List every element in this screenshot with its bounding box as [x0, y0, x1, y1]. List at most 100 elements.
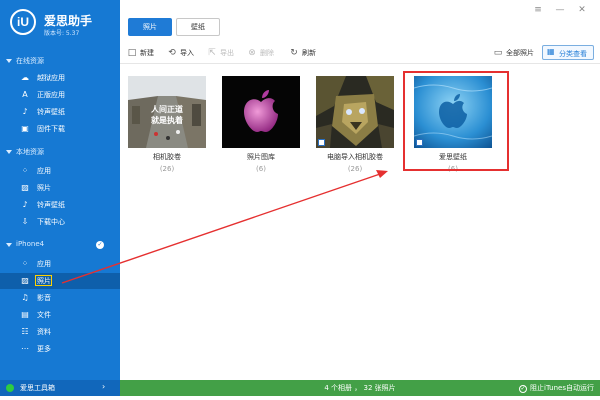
city-street-thumbnail: 人间正道 就是执着 — [128, 76, 206, 148]
brand: iU 爱思助手 版本号: 5.37 — [6, 8, 116, 42]
album-thumbnail: 人间正道 就是执着 — [128, 76, 206, 148]
section-label: 本地资源 — [16, 148, 44, 156]
album-grid: 人间正道 就是执着 相机胶卷 (26) 照片图库 (6) 电脑导入相机胶卷 (2… — [120, 64, 600, 380]
refresh-icon: ↻ — [290, 48, 298, 58]
box-icon: ▣ — [21, 124, 29, 133]
sidebar-item-label: 照片 — [37, 184, 51, 192]
share-badge-icon — [318, 139, 325, 146]
sidebar-item-device-files[interactable]: ▤ 文件 — [0, 307, 120, 323]
connected-check-icon: ✓ — [96, 241, 104, 249]
sidebar-item-genuine-apps[interactable]: A 正版应用 — [0, 87, 120, 103]
apple-logo-thumbnail — [222, 76, 300, 148]
refresh-label: 刷新 — [302, 49, 316, 57]
check-icon: ✓ — [519, 385, 528, 393]
category-icon: ▦ — [547, 47, 555, 56]
app-logo-icon: iU — [10, 9, 36, 35]
close-icon[interactable]: ✕ — [576, 4, 588, 16]
album-camera-roll[interactable]: 人间正道 就是执着 相机胶卷 (26) — [124, 76, 208, 186]
annotation-highlight-box — [403, 71, 509, 171]
block-itunes-label: 阻止iTunes自动运行 — [530, 384, 594, 392]
appstore-icon: A — [22, 90, 28, 99]
delete-label: 删除 — [260, 49, 274, 57]
album-photo-library[interactable]: 照片图库 (6) — [218, 76, 302, 186]
sidebar-item-label: 照片 — [37, 277, 51, 285]
all-photos-icon: ▭ — [493, 48, 503, 58]
toolbox-icon — [6, 384, 14, 392]
sidebar-item-device-more[interactable]: ⋯ 更多 — [0, 341, 120, 357]
app-version: 版本号: 5.37 — [44, 30, 80, 37]
sidebar-item-device-photos[interactable]: ▨ 照片 — [0, 273, 120, 289]
album-name: 照片图库 — [247, 153, 275, 161]
minimize-icon[interactable]: — — [554, 4, 566, 16]
sidebar-item-device-apps[interactable]: ⁘ 应用 — [0, 256, 120, 272]
app-window: iU 爱思助手 版本号: 5.37 在线资源 ☁ 越狱应用 A 正版应用 ♪ 铃… — [0, 0, 600, 400]
section-label: iPhone4 — [16, 240, 45, 248]
top-bar: 照片 壁纸 ≡ — ✕ — [120, 0, 600, 42]
sidebar-item-label: 影音 — [37, 294, 51, 302]
sidebar-item-firmware[interactable]: ▣ 固件下载 — [0, 121, 120, 137]
sidebar-item-jailbreak-apps[interactable]: ☁ 越狱应用 — [0, 70, 120, 86]
tab-wallpapers[interactable]: 壁纸 — [176, 18, 220, 36]
robot-thumbnail — [316, 76, 394, 148]
sidebar-item-label: 应用 — [37, 167, 51, 175]
sidebar-item-device-contacts[interactable]: ☷ 资料 — [0, 324, 120, 340]
section-label: 在线资源 — [16, 57, 44, 65]
export-label: 导出 — [220, 49, 234, 57]
toolbox-button[interactable]: 爱思工具箱 › — [0, 380, 120, 396]
delete-icon: ⊗ — [248, 48, 256, 58]
sidebar-item-device-media[interactable]: ♫ 影音 — [0, 290, 120, 306]
section-local-resources[interactable]: 本地资源 — [0, 146, 120, 160]
svg-text:人间正道: 人间正道 — [151, 104, 183, 114]
sidebar-item-label: 应用 — [37, 260, 51, 268]
sidebar: iU 爱思助手 版本号: 5.37 在线资源 ☁ 越狱应用 A 正版应用 ♪ 铃… — [0, 0, 120, 396]
apps-icon: ⁘ — [21, 166, 29, 175]
block-itunes-toggle[interactable]: ✓ 阻止iTunes自动运行 — [519, 383, 594, 393]
sidebar-item-label: 铃声壁纸 — [37, 201, 65, 209]
album-count: (26) — [159, 165, 175, 173]
section-online-resources[interactable]: 在线资源 — [0, 55, 120, 69]
tab-photos[interactable]: 照片 — [128, 18, 172, 36]
sidebar-item-label: 下载中心 — [37, 218, 65, 226]
app-name: 爱思助手 — [44, 14, 93, 28]
ringtone-icon: ♪ — [22, 107, 28, 116]
album-name: 电脑导入相机胶卷 — [327, 153, 383, 161]
category-view-button[interactable]: ▦ 分类查看 — [542, 45, 594, 60]
sidebar-item-label: 越狱应用 — [37, 74, 65, 82]
sidebar-item-local-apps[interactable]: ⁘ 应用 — [0, 163, 120, 179]
album-thumbnail — [316, 76, 394, 148]
sidebar-item-label: 铃声壁纸 — [37, 108, 65, 116]
sidebar-item-label: 固件下载 — [37, 125, 65, 133]
sidebar-item-label: 资料 — [37, 328, 51, 336]
collapse-triangle-icon — [6, 150, 12, 154]
album-count: (6) — [256, 165, 266, 173]
import-label: 导入 — [180, 49, 194, 57]
photo-toolbar: □ 新建 ⟲ 导入 ⇱ 导出 ⊗ 删除 ↻ 刷新 ▭ 全部照片 ▦ 分类查看 — [120, 42, 600, 64]
menu-icon[interactable]: ≡ — [532, 4, 544, 16]
photo-icon: ▨ — [21, 276, 29, 285]
sidebar-item-label: 正版应用 — [37, 91, 65, 99]
sidebar-item-local-photos[interactable]: ▨ 照片 — [0, 180, 120, 196]
collapse-triangle-icon — [6, 243, 12, 247]
section-device-iphone4[interactable]: iPhone4 ✓ — [0, 239, 120, 253]
collapse-triangle-icon — [6, 59, 12, 63]
album-count: (26) — [347, 165, 363, 173]
download-icon: ⇩ — [21, 217, 29, 226]
new-icon: □ — [127, 48, 137, 58]
sidebar-item-download-center[interactable]: ⇩ 下载中心 — [0, 214, 120, 230]
more-icon: ⋯ — [21, 344, 29, 353]
sidebar-item-ringtones-online[interactable]: ♪ 铃声壁纸 — [0, 104, 120, 120]
cloud-icon: ☁ — [21, 73, 29, 82]
svg-text:就是执着: 就是执着 — [151, 115, 183, 125]
window-controls: ≡ — ✕ — [532, 4, 592, 16]
toolbox-label: 爱思工具箱 — [20, 384, 55, 392]
status-bar: 4 个相册 ， 32 张照片 ✓ 阻止iTunes自动运行 — [120, 380, 600, 396]
album-thumbnail — [222, 76, 300, 148]
chevron-right-icon: › — [102, 382, 106, 391]
apps-icon: ⁘ — [21, 259, 29, 268]
album-pc-imported[interactable]: 电脑导入相机胶卷 (26) — [312, 76, 396, 186]
music-icon: ♫ — [21, 293, 29, 302]
category-view-label: 分类查看 — [559, 50, 587, 58]
file-icon: ▤ — [21, 310, 29, 319]
sidebar-item-local-ringtones[interactable]: ♪ 铃声壁纸 — [0, 197, 120, 213]
album-name: 相机胶卷 — [153, 153, 181, 161]
